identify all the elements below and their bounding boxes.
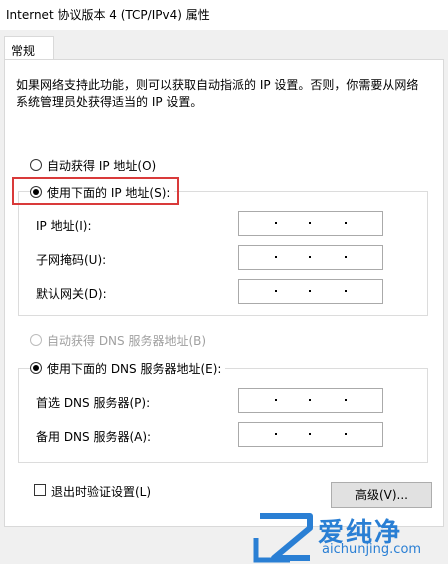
advanced-button[interactable]: 高级(V)... [331,482,432,508]
alternate-dns-input[interactable] [238,422,383,447]
auto-ip-option[interactable]: 自动获得 IP 地址(O) [30,156,156,174]
default-gateway-label: 默认网关(D): [36,287,107,301]
default-gateway-input[interactable] [238,279,383,304]
alternate-dns-label: 备用 DNS 服务器(A): [36,430,152,444]
window-title: Internet 协议版本 4 (TCP/IPv4) 属性 [6,8,210,22]
subnet-mask-input[interactable] [238,245,383,270]
ip-address-label: IP 地址(I): [36,219,92,233]
highlight-box [12,177,179,205]
auto-dns-radio[interactable] [30,334,42,346]
validate-on-exit-checkbox[interactable] [34,484,46,496]
tab-general[interactable]: 常规 [4,36,54,60]
ip-address-input[interactable] [238,211,383,236]
description-text: 如果网络支持此功能，则可以获取自动指派的 IP 设置。否则，你需要从网络系统管理… [16,78,419,109]
auto-dns-option[interactable]: 自动获得 DNS 服务器地址(B) [30,331,206,349]
auto-ip-radio[interactable] [30,159,42,171]
dns-groupbox [18,368,428,463]
manual-dns-label: 使用下面的 DNS 服务器地址(E): [47,361,222,376]
preferred-dns-input[interactable] [238,388,383,413]
auto-ip-label: 自动获得 IP 地址(O) [47,158,157,173]
watermark-domain: aichunjing.com [322,542,422,557]
auto-dns-label: 自动获得 DNS 服务器地址(B) [47,333,207,348]
preferred-dns-label: 首选 DNS 服务器(P): [36,396,151,410]
manual-dns-radio[interactable] [30,362,42,374]
subnet-mask-label: 子网掩码(U): [36,253,107,267]
validate-on-exit-label: 退出时验证设置(L) [51,485,152,499]
manual-dns-option[interactable]: 使用下面的 DNS 服务器地址(E): [30,359,226,377]
title-bar: Internet 协议版本 4 (TCP/IPv4) 属性 [0,0,448,30]
tab-strip: 常规 [0,30,448,60]
